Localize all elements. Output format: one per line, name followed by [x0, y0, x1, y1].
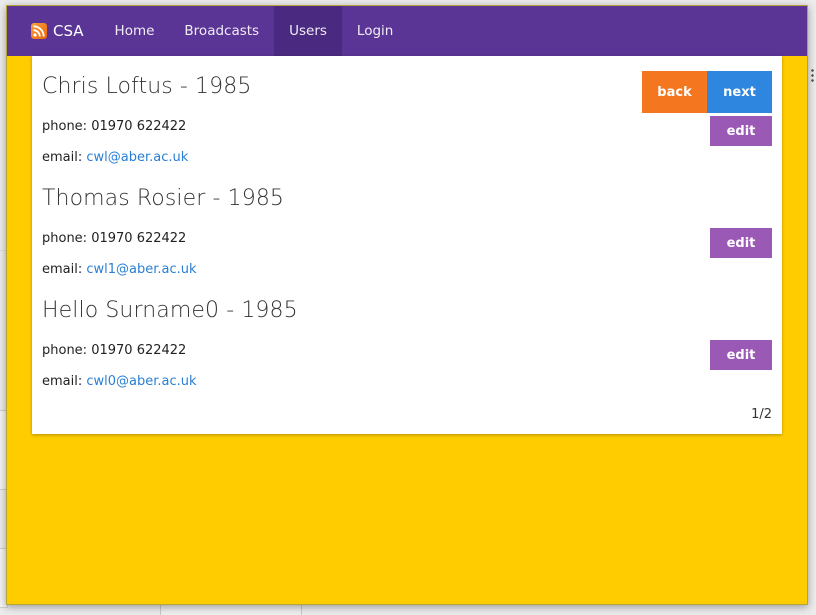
email-label: email:	[42, 262, 83, 277]
phone-value: 01970 622422	[91, 231, 187, 246]
user-phone: phone: 01970 622422	[42, 343, 186, 358]
user-name: Thomas Rosier - 1985	[42, 186, 285, 211]
user-email: email: cwl0@aber.ac.uk	[42, 374, 197, 389]
phone-value: 01970 622422	[91, 343, 187, 358]
email-label: email:	[42, 150, 83, 165]
phone-label: phone:	[42, 119, 88, 134]
user-phone: phone: 01970 622422	[42, 119, 186, 134]
next-button[interactable]: next	[707, 71, 772, 113]
phone-label: phone:	[42, 343, 88, 358]
app-window: CSA Home Broadcasts Users Login back nex…	[6, 5, 808, 605]
user-email: email: cwl1@aber.ac.uk	[42, 262, 197, 277]
more-options-icon[interactable]	[811, 68, 814, 82]
page-indicator: 1/2	[751, 407, 772, 422]
rss-icon	[31, 23, 47, 39]
user-phone: phone: 01970 622422	[42, 231, 186, 246]
email-link[interactable]: cwl1@aber.ac.uk	[86, 262, 196, 277]
email-link[interactable]: cwl@aber.ac.uk	[86, 150, 188, 165]
email-label: email:	[42, 374, 83, 389]
top-navbar: CSA Home Broadcasts Users Login	[7, 6, 807, 56]
nav-item-users[interactable]: Users	[274, 6, 342, 56]
nav-item-home[interactable]: Home	[100, 6, 170, 56]
phone-label: phone:	[42, 231, 88, 246]
users-panel: back next Chris Loftus - 1985 phone: 019…	[32, 56, 782, 434]
edit-button[interactable]: edit	[710, 340, 772, 370]
nav-item-login[interactable]: Login	[342, 6, 408, 56]
user-email: email: cwl@aber.ac.uk	[42, 150, 188, 165]
brand-link[interactable]: CSA	[7, 6, 100, 56]
user-name: Chris Loftus - 1985	[42, 74, 252, 99]
brand-name: CSA	[53, 22, 84, 40]
edit-button[interactable]: edit	[710, 116, 772, 146]
email-link[interactable]: cwl0@aber.ac.uk	[86, 374, 196, 389]
edit-button[interactable]: edit	[710, 228, 772, 258]
back-button[interactable]: back	[642, 71, 707, 113]
phone-value: 01970 622422	[91, 119, 187, 134]
nav-item-broadcasts[interactable]: Broadcasts	[169, 6, 274, 56]
user-name: Hello Surname0 - 1985	[42, 298, 298, 323]
